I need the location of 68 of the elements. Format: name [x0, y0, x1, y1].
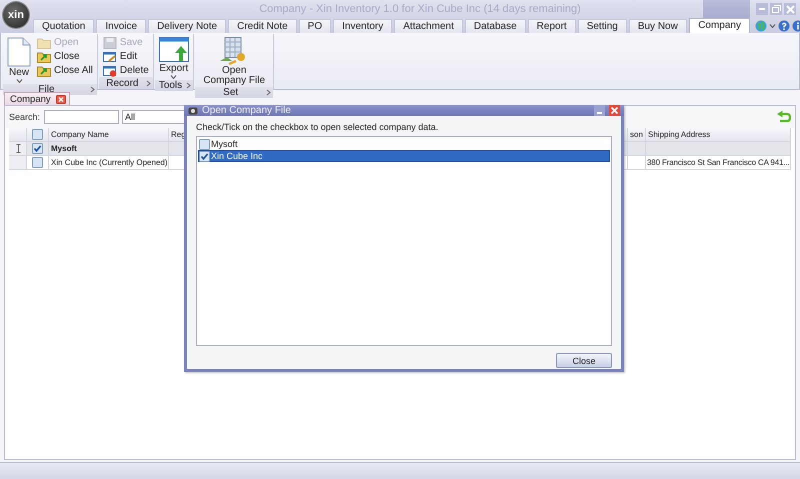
menu-tab[interactable]: PO [298, 19, 332, 33]
menu-tab[interactable]: Setting [578, 19, 627, 33]
search-label: Search: [9, 112, 40, 122]
checkbox[interactable] [199, 138, 210, 150]
window-pencil-icon [102, 50, 117, 62]
table-cell: Mysoft [49, 142, 169, 156]
menu-tab[interactable]: Database [464, 19, 526, 33]
column-header[interactable]: Company Name [49, 128, 169, 142]
table-cell: 380 Francisco St San Francisco CA 941... [646, 156, 791, 170]
checkbox[interactable] [32, 143, 43, 154]
menu-tab[interactable]: Report [528, 19, 576, 33]
folder-icon [37, 36, 51, 48]
menu-tab[interactable]: Company [689, 18, 750, 33]
close-button[interactable]: Close [556, 353, 612, 368]
ribbon-button[interactable]: Close All [35, 64, 95, 77]
menu-tab[interactable]: Delivery Note [148, 19, 226, 33]
list-item[interactable]: Mysoft [198, 138, 610, 150]
list-item[interactable]: Xin Cube Inc [198, 150, 610, 162]
window-delete-icon [102, 64, 117, 76]
group-label: Record [105, 78, 140, 88]
ribbon-button[interactable]: Close [35, 50, 95, 63]
menu-tab[interactable]: Inventory [333, 19, 392, 33]
ribbon-button[interactable]: New [5, 36, 33, 84]
restore-icon [772, 5, 780, 13]
ribbon-button[interactable]: Delete [100, 64, 151, 77]
app-logo[interactable]: xin [3, 2, 29, 28]
menu-tab[interactable]: Attachment [394, 19, 463, 33]
close-icon [610, 106, 619, 115]
group-label: Tools [158, 80, 182, 91]
group-label: File [37, 84, 56, 95]
menu-tab[interactable]: Invoice [96, 19, 146, 33]
window-upload-icon [158, 37, 189, 63]
instruction-text: Check/Tick on the checkbox to open selected company data. [196, 122, 440, 132]
save-icon [102, 36, 117, 48]
search-field[interactable] [44, 110, 120, 124]
help-icon[interactable] [778, 20, 790, 32]
menu-tab[interactable]: Quotation [33, 19, 94, 33]
folder-arrow-icon [37, 50, 51, 62]
column-header[interactable]: son [628, 128, 646, 142]
document-icon [7, 37, 31, 67]
checkbox[interactable] [32, 157, 43, 168]
ribbon-button[interactable]: Export [156, 36, 191, 80]
row-indicator-icon [16, 144, 21, 153]
group-label: Set [222, 87, 240, 98]
ribbon-button[interactable]: Open Company File [197, 36, 272, 87]
folder-arrow-icon [37, 64, 51, 76]
table-cell: Xin Cube Inc (Currently Opened) [49, 156, 169, 170]
checkbox[interactable] [32, 129, 43, 140]
column-header[interactable]: Shipping Address [646, 128, 791, 142]
caret-icon [769, 24, 776, 28]
launcher-icon[interactable] [266, 89, 272, 96]
launcher-icon[interactable] [146, 80, 151, 86]
launcher-icon[interactable] [90, 86, 95, 93]
context-tab-header [703, 0, 750, 18]
launcher-icon[interactable] [186, 82, 192, 89]
ribbon-button[interactable]: Edit [100, 50, 151, 63]
refresh-icon[interactable] [777, 111, 791, 123]
menu-tab[interactable]: Credit Note [228, 19, 297, 33]
close-icon [786, 4, 794, 14]
close-icon[interactable] [56, 94, 66, 104]
menu-tab[interactable]: Buy Now [628, 19, 687, 33]
minimize-icon [759, 8, 765, 10]
checkbox[interactable] [199, 150, 210, 162]
document-tab[interactable]: Company [4, 92, 70, 105]
minimize-button[interactable] [594, 105, 605, 116]
camera-icon [188, 106, 198, 115]
close-button[interactable] [609, 105, 620, 116]
dialog-title: Open Company File [202, 105, 292, 116]
